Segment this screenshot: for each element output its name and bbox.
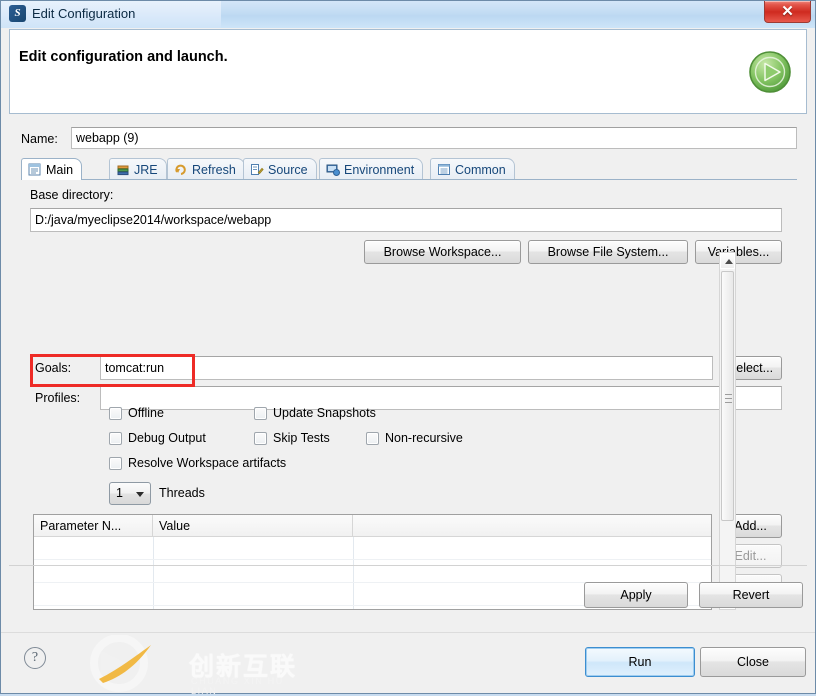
dialog-title-bar: S Edit Configuration ✕ <box>1 1 815 28</box>
checkbox-box <box>254 431 267 445</box>
page-title: Edit configuration and launch. <box>19 49 228 65</box>
tab-source[interactable]: Source <box>243 158 317 180</box>
tab-refresh[interactable]: Refresh <box>167 158 245 180</box>
edit-configuration-dialog: S Edit Configuration ✕ Edit configuratio… <box>0 0 816 696</box>
tab-common[interactable]: Common <box>430 158 515 180</box>
tab-bar: Main JRE Refresh Source Environment Comm… <box>21 158 797 180</box>
checkbox-label: Non-recursive <box>385 431 463 445</box>
eclipse-launch-icon: S <box>9 5 26 22</box>
apply-button[interactable]: Apply <box>584 582 688 608</box>
name-label: Name: <box>21 132 58 146</box>
tab-environment[interactable]: Environment <box>319 158 424 180</box>
dialog-header: Edit configuration and launch. <box>9 29 807 114</box>
checkbox-label: Update Snapshots <box>273 406 376 420</box>
checkbox-offline[interactable]: Offline <box>109 406 164 420</box>
books-icon <box>116 163 130 176</box>
source-icon <box>250 163 264 176</box>
checkbox-debug-output[interactable]: Debug Output <box>109 431 206 445</box>
chevron-down-icon <box>136 492 144 497</box>
profiles-input[interactable] <box>100 386 782 410</box>
checkbox-box <box>366 431 379 445</box>
base-directory-input[interactable] <box>30 208 782 232</box>
checkbox-box <box>109 431 122 445</box>
checkbox-label: Debug Output <box>128 431 206 445</box>
checkbox-update-snapshots[interactable]: Update Snapshots <box>254 406 376 420</box>
checkbox-skip-tests[interactable]: Skip Tests <box>254 431 330 445</box>
checkbox-label: Skip Tests <box>273 431 330 445</box>
tab-jre[interactable]: JRE <box>109 158 167 180</box>
threads-label: Threads <box>159 486 205 500</box>
green-run-arrow-icon <box>746 48 794 96</box>
close-icon: ✕ <box>781 3 794 20</box>
dialog-footer: ? 创新互联 CHUANG XIN HU LIAN Run Close <box>1 632 815 696</box>
close-button[interactable]: Close <box>700 647 806 677</box>
tab-main[interactable]: Main <box>21 158 83 180</box>
checkbox-label: Offline <box>128 406 164 420</box>
goals-label: Goals: <box>35 361 72 375</box>
tab-label: Environment <box>344 162 415 177</box>
parameter-table-header: Parameter N... Value <box>34 515 711 537</box>
window-title: Edit Configuration <box>32 6 136 21</box>
checkbox-label: Resolve Workspace artifacts <box>128 456 287 470</box>
scroll-up-button[interactable] <box>720 253 735 269</box>
document-icon <box>28 163 42 176</box>
grip-line <box>725 402 732 403</box>
watermark-logo: 创新互联 CHUANG XIN HU LIAN <box>71 634 301 696</box>
checkbox-non-recursive[interactable]: Non-recursive <box>366 431 463 445</box>
goals-input[interactable] <box>100 356 713 380</box>
checkbox-box <box>109 406 122 420</box>
footer-separator <box>9 565 807 566</box>
checkbox-resolve-workspace-artifacts[interactable]: Resolve Workspace artifacts <box>109 456 286 470</box>
variables-button[interactable]: Variables... <box>695 240 782 264</box>
common-icon <box>437 163 451 176</box>
grip-line <box>725 398 732 399</box>
checkbox-box <box>254 406 267 420</box>
column-header-parameter-name[interactable]: Parameter N... <box>34 515 153 537</box>
revert-button[interactable]: Revert <box>699 582 803 608</box>
browse-workspace-button[interactable]: Browse Workspace... <box>364 240 521 264</box>
threads-value: 1 <box>116 486 123 500</box>
watermark-subtext: CHUANG XIN HU LIAN <box>191 676 284 696</box>
close-window-button[interactable]: ✕ <box>764 1 811 23</box>
configuration-name-input[interactable] <box>71 127 797 149</box>
tab-label: Main <box>46 162 74 177</box>
table-row[interactable] <box>34 537 711 560</box>
main-tab-panel: Base directory: Browse Workspace... Brow… <box>21 180 797 610</box>
tab-label: Refresh <box>192 162 236 177</box>
tab-label: Common <box>455 162 506 177</box>
table-row[interactable] <box>34 560 711 583</box>
browse-file-system-button[interactable]: Browse File System... <box>528 240 688 264</box>
environment-icon <box>326 163 340 176</box>
tab-label: Source <box>268 162 308 177</box>
panel-scrollbar[interactable] <box>719 252 736 610</box>
chevron-up-icon <box>724 259 733 264</box>
tab-label: JRE <box>134 162 158 177</box>
threads-dropdown[interactable]: 1 <box>109 482 151 505</box>
question-mark-icon[interactable]: ? <box>24 647 46 669</box>
refresh-icon <box>174 163 188 176</box>
column-header-extra[interactable] <box>353 515 711 537</box>
run-button[interactable]: Run <box>585 647 695 677</box>
column-header-value[interactable]: Value <box>153 515 353 537</box>
base-directory-label: Base directory: <box>30 188 114 202</box>
dialog-body: Name: Main JRE Refresh <box>9 114 807 632</box>
grip-line <box>725 394 732 395</box>
checkbox-box <box>109 456 122 470</box>
scrollbar-thumb[interactable] <box>721 271 734 521</box>
profiles-label: Profiles: <box>35 391 81 405</box>
